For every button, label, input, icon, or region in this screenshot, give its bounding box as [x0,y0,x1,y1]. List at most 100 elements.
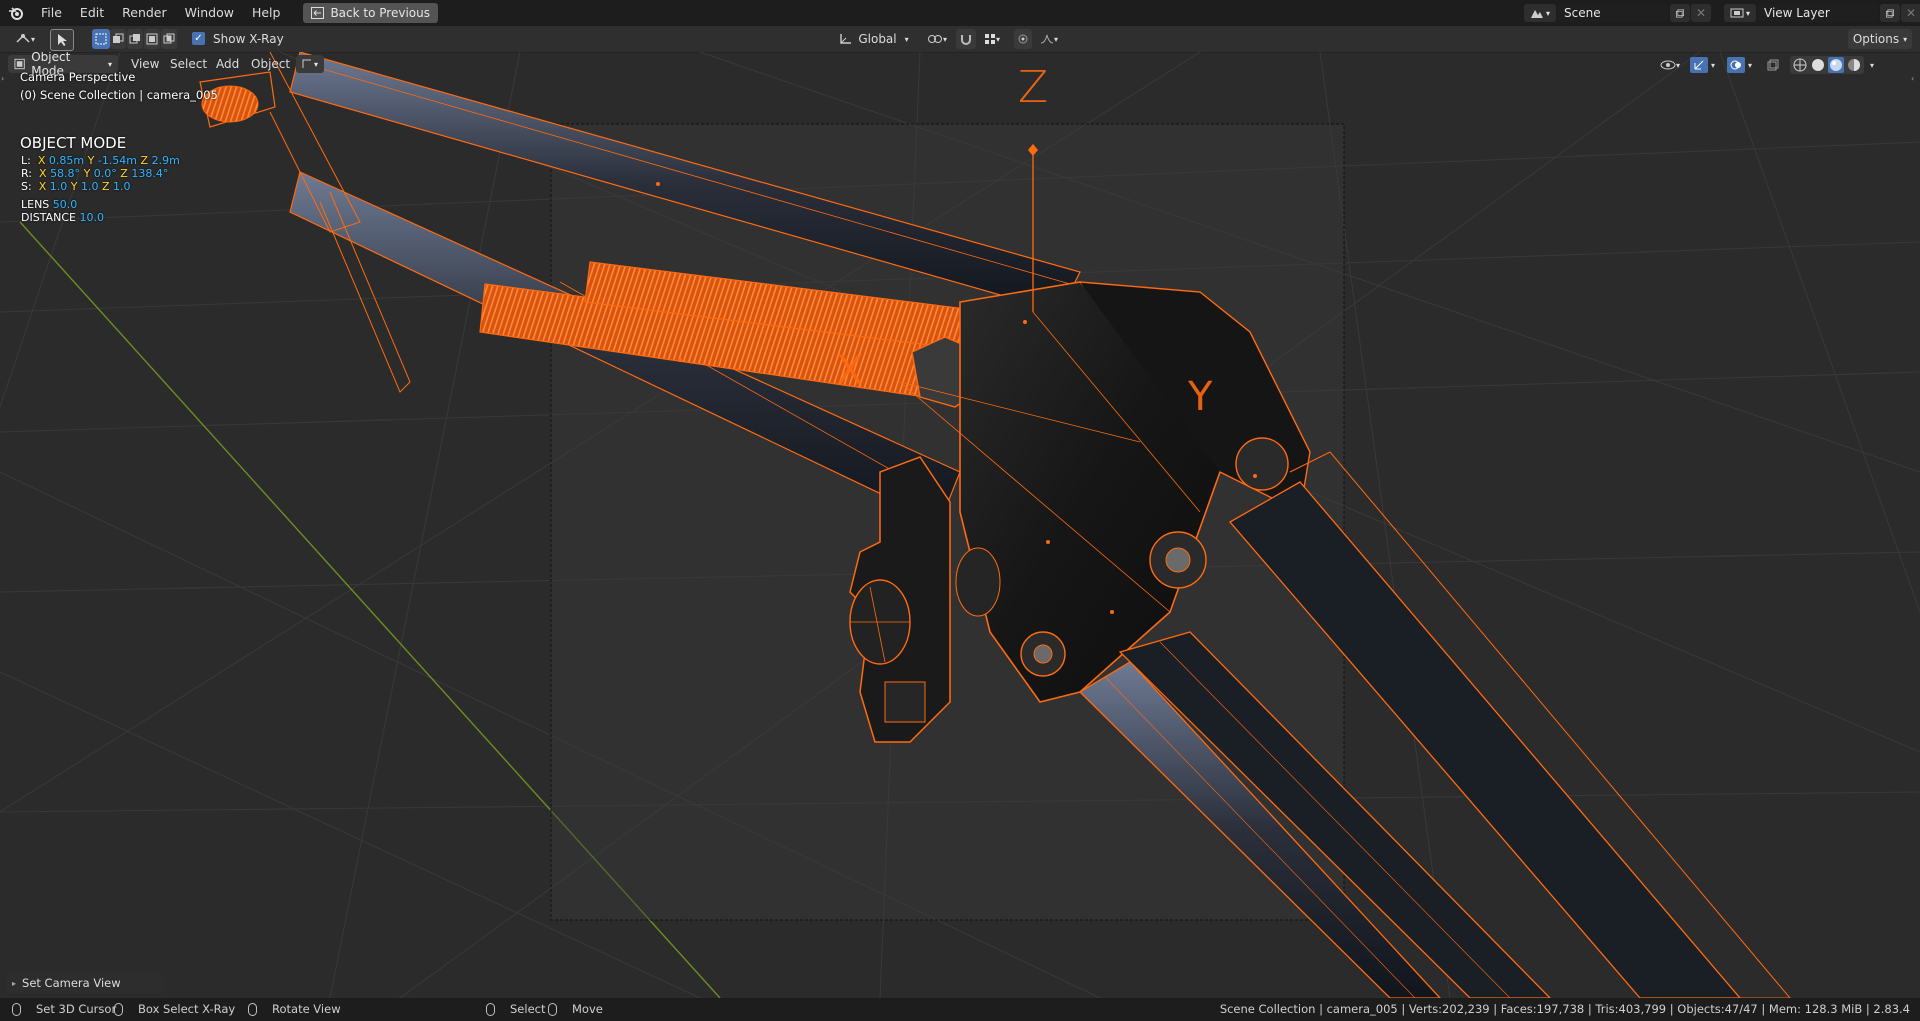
scale-x: 1.0 [49,180,68,193]
proportional-falloff-dropdown[interactable]: ▾ [1034,29,1064,49]
view-layer-icon [1730,8,1744,18]
select-new-icon [95,33,107,45]
falloff-curve-icon [1040,34,1054,44]
select-mode-invert-button[interactable] [144,29,160,49]
xray-toggle-button[interactable] [1764,57,1782,73]
gizmo-dropdown[interactable]: ▾ [1690,57,1715,73]
select-tool-button[interactable] [50,29,74,51]
menu-edit[interactable]: Edit [71,0,113,26]
3d-viewport-icon [16,34,30,43]
fullscreen-back-icon [311,7,325,19]
chevron-down-icon: ▾ [30,34,35,44]
transform-orientation-dropdown[interactable]: Global ▾ [836,29,912,49]
snap-grid-icon [984,34,995,44]
mouse-drag-right-icon [548,1003,557,1016]
options-label: Options [1852,32,1900,46]
scene-name-field[interactable]: Scene [1558,4,1668,22]
back-to-previous-button[interactable]: Back to Previous [303,3,438,23]
expand-arrow-icon: ▸ [12,978,17,988]
orientation-label: Global [858,32,897,46]
view-layer-browse-button[interactable]: ▾ [1724,4,1756,22]
scale-readout: S: X 1.0 Y 1.0 Z 1.0 [21,180,131,193]
chevron-down-icon: ▾ [313,59,318,69]
mouse-right-icon [486,1003,495,1016]
select-extend-icon [113,33,124,43]
menu-help[interactable]: Help [243,0,290,26]
transform-affect-dropdown[interactable]: ▾ [296,55,324,73]
select-mode-subtract-button[interactable] [127,29,143,49]
overlays-icon [1730,60,1742,70]
material-shading-icon[interactable] [1828,57,1845,73]
menu-file[interactable]: File [32,0,71,26]
editor-type-button[interactable]: ▾ [10,29,40,49]
toolbar-expand-arrow-icon[interactable]: › [1,74,4,83]
scene-icon [1530,10,1543,18]
scale-prefix: S: [21,180,32,193]
options-dropdown[interactable]: Options ▾ [1848,29,1912,49]
pivot-point-dropdown[interactable]: ▾ [922,29,952,49]
chevron-down-icon: ▾ [1545,8,1550,18]
rendered-shading-icon[interactable] [1846,57,1862,73]
select-mode-extend-button[interactable] [110,29,126,49]
shading-dropdown-chevron-icon[interactable]: ▾ [1870,61,1874,70]
chevron-down-icon: ▾ [1053,34,1058,44]
lens-readout: LENS 50.0 [21,198,77,211]
mouse-middle-icon [248,1003,257,1016]
blender-logo-icon[interactable] [8,5,24,21]
orientation-global-icon [840,34,852,44]
duplicate-icon [1676,9,1684,17]
operator-panel[interactable]: ▸ Set Camera View [6,973,164,993]
chevron-down-icon: ▾ [995,34,1000,44]
select-mode-intersect-button[interactable] [161,29,177,49]
chevron-down-icon: ▾ [1748,60,1753,70]
snap-target-dropdown[interactable]: ▾ [977,29,1007,49]
menu-object[interactable]: Object [251,52,290,76]
lens-label: LENS [21,198,50,211]
new-scene-button[interactable] [1670,4,1690,22]
location-readout: L: X 0.85m Y -1.54m Z 2.9m [21,154,180,167]
scene-browse-button[interactable]: ▾ [1524,4,1556,22]
solid-shading-icon[interactable] [1810,57,1826,73]
select-mode-new-button[interactable] [92,29,110,49]
wireframe-shading-icon[interactable] [1792,57,1808,73]
3d-viewport[interactable]: Z X Y Object Mode ▾ View Select Add Obje… [0,52,1920,998]
proportional-edit-button[interactable] [1014,29,1032,49]
location-prefix: L: [21,154,31,167]
back-to-previous-label: Back to Previous [330,6,430,20]
rotation-y: 0.0° [93,167,117,180]
visibility-dropdown[interactable]: ▾ [1660,58,1680,72]
status-set-cursor: Set 3D Cursor [36,1002,117,1016]
view-layer-name-field[interactable]: View Layer [1758,4,1878,22]
menu-render[interactable]: Render [113,0,176,26]
xray-icon [1767,59,1779,71]
xray-checkbox[interactable]: ✓ [192,32,205,45]
delete-scene-button[interactable]: ✕ [1691,4,1711,22]
overlays-dropdown[interactable]: ▾ [1727,57,1752,73]
rotation-readout: R: X 58.8° Y 0.0° Z 138.4° [21,167,169,180]
sidebar-expand-arrow-icon[interactable]: ‹ [1911,74,1914,83]
rotation-z: 138.4° [131,167,169,180]
location-z: 2.9m [151,154,180,167]
status-bar: Set 3D Cursor Box Select X-Ray Rotate Vi… [0,998,1920,1021]
snap-toggle-button[interactable] [956,29,976,49]
select-invert-icon [146,33,158,45]
new-view-layer-button[interactable] [1880,4,1900,22]
menu-add[interactable]: Add [216,52,239,76]
scale-z: 1.0 [113,180,131,193]
location-y: -1.54m [97,154,138,167]
status-select: Select [510,1002,546,1016]
collection-label: (0) Scene Collection | camera_005 [20,88,218,102]
chevron-down-icon: ▾ [942,34,947,44]
eye-icon [1660,60,1676,70]
viewport-scene [0,52,1920,998]
menu-select[interactable]: Select [170,52,207,76]
delete-view-layer-button[interactable]: ✕ [1901,4,1920,22]
x-axis-label: X [836,348,864,394]
close-icon: ✕ [1695,6,1707,20]
distance-value: 10.0 [79,211,104,224]
pivot-icon [927,35,942,43]
menu-window[interactable]: Window [176,0,243,26]
y-axis-label: Y [1188,374,1213,420]
chevron-down-icon: ▾ [1711,60,1716,70]
distance-label: DISTANCE [21,211,76,224]
